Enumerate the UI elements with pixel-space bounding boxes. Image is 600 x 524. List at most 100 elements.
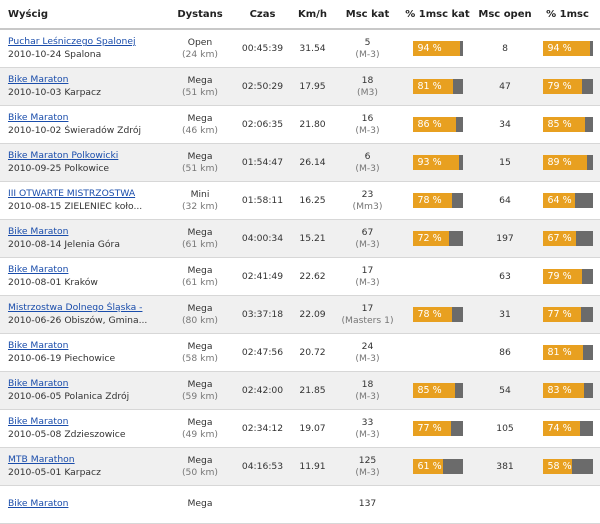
race-date-place: 2010-08-15 ZIELENIEC koło... <box>8 201 143 212</box>
race-link[interactable]: MTB Marathon <box>8 454 163 465</box>
open-place-cell: 105 <box>475 409 535 448</box>
distance-cell: Mega (51 km) <box>165 143 235 182</box>
distance-type: Mega <box>187 378 213 390</box>
pct-category-label: 94 % <box>417 42 442 54</box>
pct-category-label: 81 % <box>417 80 442 92</box>
category-place: 18 <box>361 74 374 86</box>
distance-type: Mega <box>187 226 213 238</box>
results-table: Wyścig Dystans Czas Km/h Msc kat % 1msc … <box>0 0 600 524</box>
race-link[interactable]: Bike Maraton <box>8 112 163 123</box>
category-place-cell: 33 (M-3) <box>335 409 400 448</box>
distance-km: (61 km) <box>181 276 219 288</box>
pct-category-cell: 81 % <box>400 67 475 106</box>
pct-category-bar: 77 % <box>412 420 463 436</box>
pct-category-cell: 72 % <box>400 219 475 258</box>
race-link[interactable]: Bike Maraton <box>8 74 163 85</box>
table-row: Bike Maraton 2010-05-08 Zdzieszowice Meg… <box>0 409 600 448</box>
header-distance[interactable]: Dystans <box>165 0 235 30</box>
time-cell: 02:47:56 <box>235 333 290 372</box>
time-cell: 04:16:53 <box>235 447 290 486</box>
category-place-cell: 18 (M3) <box>335 67 400 106</box>
table-row: Mistrzostwa Dolnego Śląska - 2010-06-26 … <box>0 295 600 334</box>
pct-open-bar: 89 % <box>542 154 593 170</box>
race-link[interactable]: III OTWARTE MISTRZOSTWA <box>8 188 163 199</box>
header-time[interactable]: Czas <box>235 0 290 30</box>
pct-open-cell: 79 % <box>535 67 600 106</box>
pct-open-bar: 64 % <box>542 192 593 208</box>
header-speed[interactable]: Km/h <box>290 0 335 30</box>
category-place: 6 <box>364 150 371 162</box>
pct-open-bar: 94 % <box>542 40 593 56</box>
open-place-cell: 381 <box>475 447 535 486</box>
race-link[interactable]: Bike Maraton <box>8 340 163 351</box>
pct-open-label: 58 % <box>547 460 572 472</box>
open-place-cell: 8 <box>475 29 535 68</box>
speed-cell: 11.91 <box>290 447 335 486</box>
speed-cell <box>290 485 335 524</box>
race-link[interactable]: Mistrzostwa Dolnego Śląska - <box>8 302 163 313</box>
pct-open-label: 74 % <box>547 422 572 434</box>
category-name: (M-3) <box>355 466 380 478</box>
distance-km: (32 km) <box>181 200 219 212</box>
race-cell: Mistrzostwa Dolnego Śląska - 2010-06-26 … <box>0 295 165 334</box>
speed-cell: 16.25 <box>290 181 335 220</box>
header-category-place[interactable]: Msc kat <box>335 0 400 30</box>
pct-category-bar: 78 % <box>412 192 463 208</box>
pct-category-label: 86 % <box>417 118 442 130</box>
pct-open-cell: 67 % <box>535 219 600 258</box>
distance-km: (59 km) <box>181 390 219 402</box>
distance-type: Mega <box>187 302 213 314</box>
header-open-place[interactable]: Msc open <box>475 0 535 30</box>
race-cell: Bike Maraton 2010-10-03 Karpacz <box>0 67 165 106</box>
race-link[interactable]: Bike Maraton <box>8 226 163 237</box>
pct-category-bar: 94 % <box>412 40 463 56</box>
time-cell: 01:54:47 <box>235 143 290 182</box>
race-link[interactable]: Bike Maraton Polkowicki <box>8 150 163 161</box>
race-link[interactable]: Bike Maraton <box>8 416 163 427</box>
pct-open-cell: 81 % <box>535 333 600 372</box>
open-place-cell: 34 <box>475 105 535 144</box>
distance-cell: Mega (61 km) <box>165 219 235 258</box>
pct-category-cell: 78 % <box>400 295 475 334</box>
distance-type: Open <box>187 36 213 48</box>
table-header: Wyścig Dystans Czas Km/h Msc kat % 1msc … <box>0 0 600 30</box>
pct-open-label: 81 % <box>547 346 572 358</box>
pct-category-cell <box>400 257 475 296</box>
speed-cell: 15.21 <box>290 219 335 258</box>
header-pct-open[interactable]: % 1msc <box>535 0 600 30</box>
race-date-place: 2010-08-14 Jelenia Góra <box>8 239 120 250</box>
distance-km: (51 km) <box>181 162 219 174</box>
category-place: 23 <box>361 188 374 200</box>
distance-type: Mega <box>187 264 213 276</box>
distance-km: (24 km) <box>181 48 219 60</box>
race-link[interactable]: Bike Maraton <box>8 264 163 275</box>
pct-category-cell <box>400 485 475 524</box>
speed-cell: 17.95 <box>290 67 335 106</box>
pct-open-label: 83 % <box>547 384 572 396</box>
race-link[interactable]: Bike Maraton <box>8 498 163 509</box>
time-cell: 02:06:35 <box>235 105 290 144</box>
category-place-cell: 17 (M-3) <box>335 257 400 296</box>
table-row: Bike Maraton Polkowicki 2010-09-25 Polko… <box>0 143 600 182</box>
speed-cell: 31.54 <box>290 29 335 68</box>
time-cell: 02:50:29 <box>235 67 290 106</box>
race-link[interactable]: Bike Maraton <box>8 378 163 389</box>
pct-category-cell: 94 % <box>400 29 475 68</box>
category-place: 17 <box>361 264 374 276</box>
category-place-cell: 67 (M-3) <box>335 219 400 258</box>
time-cell: 02:42:00 <box>235 371 290 410</box>
distance-cell: Mega (49 km) <box>165 409 235 448</box>
race-date-place: 2010-10-03 Karpacz <box>8 87 101 98</box>
pct-category-bar: 85 % <box>412 382 463 398</box>
pct-category-bar: 72 % <box>412 230 463 246</box>
category-name: (Mm3) <box>352 200 383 212</box>
open-place-cell: 64 <box>475 181 535 220</box>
pct-category-label: 72 % <box>417 232 442 244</box>
distance-km: (51 km) <box>181 86 219 98</box>
time-cell: 02:41:49 <box>235 257 290 296</box>
category-place: 17 <box>361 302 374 314</box>
category-name: (M-3) <box>355 162 380 174</box>
race-link[interactable]: Puchar Leśniczego Spalonej <box>8 36 163 47</box>
header-race[interactable]: Wyścig <box>0 0 165 30</box>
header-pct-category[interactable]: % 1msc kat <box>400 0 475 30</box>
